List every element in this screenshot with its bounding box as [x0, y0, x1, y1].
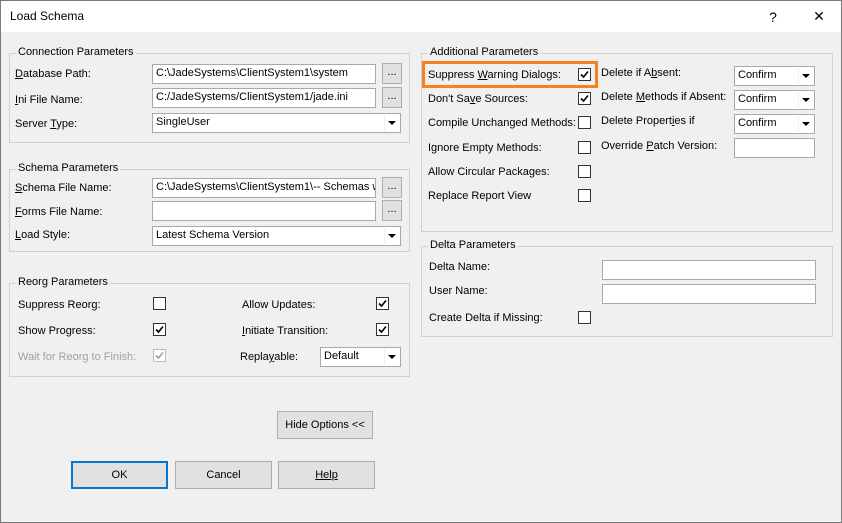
- load-style-select[interactable]: Latest Schema Version: [152, 226, 401, 246]
- server-type-label: Server Type:: [15, 118, 78, 130]
- wait-for-reorg-checkbox: [153, 349, 166, 362]
- initiate-transition-label: Initiate Transition:: [242, 325, 329, 337]
- database-path-label: Database Path:: [15, 68, 91, 80]
- delta-name-label: Delta Name:: [429, 261, 491, 273]
- chevron-down-icon[interactable]: [798, 92, 813, 108]
- allow-circular-checkbox[interactable]: [578, 165, 591, 178]
- allow-circular-label: Allow Circular Packages:: [428, 166, 550, 178]
- chevron-down-icon[interactable]: [798, 68, 813, 84]
- help-title-button[interactable]: ?: [753, 1, 793, 32]
- window-title: Load Schema: [10, 9, 85, 23]
- additional-parameters-title: Additional Parameters: [428, 46, 541, 58]
- user-name-input[interactable]: [602, 284, 816, 304]
- delete-if-absent-select[interactable]: Confirm: [734, 66, 815, 86]
- forms-file-label: Forms File Name:: [15, 206, 103, 218]
- chevron-down-icon[interactable]: [798, 116, 813, 132]
- check-icon: [580, 70, 589, 79]
- close-icon[interactable]: ✕: [799, 1, 839, 32]
- delete-methods-value: Confirm: [738, 93, 777, 105]
- create-delta-label: Create Delta if Missing:: [429, 312, 543, 324]
- ok-button[interactable]: OK: [71, 461, 168, 489]
- title-bar: Load Schema ? ✕: [1, 1, 841, 32]
- override-patch-input[interactable]: [734, 138, 815, 158]
- database-path-browse-button[interactable]: ...: [382, 63, 402, 84]
- help-button[interactable]: Help: [278, 461, 375, 489]
- suppress-warning-checkbox[interactable]: [578, 68, 591, 81]
- compile-unchanged-label: Compile Unchanged Methods:: [428, 117, 576, 129]
- allow-updates-label: Allow Updates:: [242, 299, 316, 311]
- suppress-warning-label: Suppress Warning Dialogs:: [428, 69, 561, 81]
- dont-save-sources-checkbox[interactable]: [578, 92, 591, 105]
- schema-file-browse-button[interactable]: ...: [382, 177, 402, 198]
- delete-properties-value: Confirm: [738, 117, 777, 129]
- chevron-down-icon[interactable]: [384, 115, 399, 131]
- delete-methods-label: Delete Methods if Absent:: [601, 91, 727, 103]
- check-icon: [378, 299, 387, 308]
- ignore-empty-checkbox[interactable]: [578, 141, 591, 154]
- schema-file-label: Schema File Name:: [15, 182, 112, 194]
- help-button-label: Help: [315, 469, 338, 481]
- forms-file-browse-button[interactable]: ...: [382, 200, 402, 221]
- load-schema-dialog: Load Schema ? ✕ Connection Parameters Da…: [0, 0, 842, 523]
- wait-for-reorg-label: Wait for Reorg to Finish:: [18, 351, 137, 363]
- allow-updates-checkbox[interactable]: [376, 297, 389, 310]
- user-name-label: User Name:: [429, 285, 488, 297]
- hide-options-button[interactable]: Hide Options <<: [277, 411, 373, 439]
- server-type-select[interactable]: SingleUser: [152, 113, 401, 133]
- replayable-value: Default: [324, 350, 359, 362]
- cancel-button[interactable]: Cancel: [175, 461, 272, 489]
- ini-file-browse-button[interactable]: ...: [382, 87, 402, 108]
- delta-parameters-title: Delta Parameters: [428, 239, 518, 251]
- load-style-label: Load Style:: [15, 229, 71, 241]
- override-patch-label: Override Patch Version:: [601, 140, 718, 152]
- replayable-select[interactable]: Default: [320, 347, 401, 367]
- delete-properties-select[interactable]: Confirm: [734, 114, 815, 134]
- delete-if-absent-label: Delete if Absent:: [601, 67, 682, 79]
- compile-unchanged-checkbox[interactable]: [578, 116, 591, 129]
- check-icon: [155, 351, 164, 360]
- schema-parameters-title: Schema Parameters: [16, 162, 121, 174]
- connection-parameters-title: Connection Parameters: [16, 46, 136, 58]
- delete-methods-select[interactable]: Confirm: [734, 90, 815, 110]
- forms-file-input[interactable]: [152, 201, 376, 221]
- create-delta-checkbox[interactable]: [578, 311, 591, 324]
- replace-report-checkbox[interactable]: [578, 189, 591, 202]
- delete-properties-label: Delete Properties if: [601, 115, 695, 127]
- show-progress-label: Show Progress:: [18, 325, 96, 337]
- check-icon: [155, 325, 164, 334]
- chevron-down-icon[interactable]: [384, 349, 399, 365]
- suppress-reorg-checkbox[interactable]: [153, 297, 166, 310]
- replayable-label: Replayable:: [240, 351, 299, 363]
- chevron-down-icon[interactable]: [384, 228, 399, 244]
- replace-report-label: Replace Report View: [428, 190, 532, 202]
- delete-if-absent-value: Confirm: [738, 69, 777, 81]
- load-style-value: Latest Schema Version: [156, 229, 270, 241]
- reorg-parameters-title: Reorg Parameters: [16, 276, 110, 288]
- schema-file-input[interactable]: C:\JadeSystems\ClientSystem1\-- Schemas …: [152, 178, 376, 198]
- dont-save-sources-label: Don't Save Sources:: [428, 93, 528, 105]
- check-icon: [580, 94, 589, 103]
- ignore-empty-label: Ignore Empty Methods:: [428, 142, 542, 154]
- check-icon: [378, 325, 387, 334]
- ini-file-input[interactable]: C:/JadeSystems/ClientSystem1/jade.ini: [152, 88, 376, 108]
- suppress-reorg-label: Suppress Reorg:: [18, 299, 101, 311]
- server-type-value: SingleUser: [156, 116, 210, 128]
- initiate-transition-checkbox[interactable]: [376, 323, 389, 336]
- delta-name-input[interactable]: [602, 260, 816, 280]
- ini-file-label: Ini File Name:: [15, 94, 83, 106]
- show-progress-checkbox[interactable]: [153, 323, 166, 336]
- database-path-input[interactable]: C:\JadeSystems\ClientSystem1\system: [152, 64, 376, 84]
